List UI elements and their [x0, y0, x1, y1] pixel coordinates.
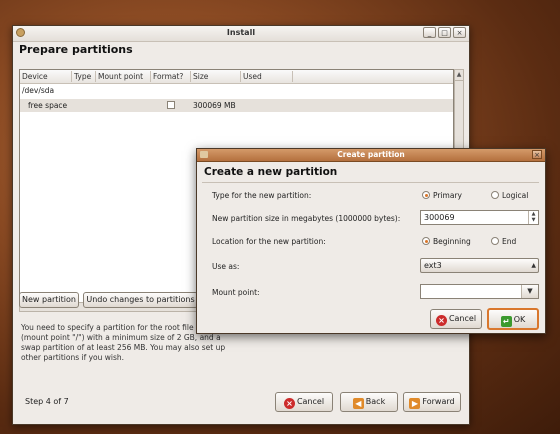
- cell-size: 300069 MB: [193, 101, 236, 110]
- mount-point-label: Mount point:: [212, 288, 260, 297]
- use-as-label: Use as:: [212, 262, 240, 271]
- radio-primary-indicator: [422, 191, 430, 199]
- dialog-titlebar[interactable]: Create partition ×: [197, 149, 545, 162]
- cancel-label: Cancel: [296, 397, 325, 406]
- back-label: Back: [365, 397, 386, 406]
- dialog-close-button[interactable]: ×: [532, 150, 542, 159]
- size-value: 300069: [424, 213, 455, 222]
- format-checkbox[interactable]: [167, 101, 175, 109]
- radio-end-indicator: [491, 237, 499, 245]
- cancel-icon: ×: [283, 398, 295, 409]
- cell-device: free space: [28, 101, 68, 110]
- radio-logical[interactable]: Logical: [491, 191, 528, 200]
- forward-label: Forward: [422, 397, 455, 406]
- dropdown-arrow-icon[interactable]: ▼: [521, 285, 538, 298]
- maximize-button[interactable]: □: [438, 27, 451, 38]
- installer-titlebar[interactable]: Install _ □ ×: [13, 26, 469, 42]
- radio-beginning-label: Beginning: [433, 237, 471, 246]
- forward-arrow-icon: ▶: [409, 398, 421, 409]
- window-title: Install: [226, 28, 256, 37]
- column-header-type[interactable]: Type: [74, 72, 91, 81]
- dialog-heading: Create a new partition: [204, 166, 338, 178]
- dialog-cancel-label: Cancel: [448, 314, 477, 323]
- location-label: Location for the new partition:: [212, 237, 326, 246]
- step-indicator: Step 4 of 7: [25, 397, 69, 406]
- cancel-icon: ×: [435, 315, 447, 326]
- use-as-value: ext3: [424, 261, 442, 270]
- updown-arrows-icon: ▲: [531, 262, 536, 269]
- ok-arrow-icon: ↵: [500, 316, 512, 327]
- dialog-divider: [202, 182, 539, 183]
- column-header-device[interactable]: Device: [22, 72, 48, 81]
- size-label: New partition size in megabytes (1000000…: [212, 214, 401, 223]
- column-header-size[interactable]: Size: [193, 72, 208, 81]
- size-spinbox[interactable]: 300069 ▲ ▼: [420, 210, 539, 225]
- radio-beginning[interactable]: Beginning: [422, 237, 471, 246]
- dialog-ok-label: OK: [513, 315, 526, 324]
- create-partition-dialog: Create partition × Create a new partitio…: [196, 148, 546, 334]
- dialog-cancel-button[interactable]: × Cancel: [430, 309, 482, 329]
- use-as-combobox[interactable]: ext3 ▲: [420, 258, 539, 273]
- back-arrow-icon: ◀: [352, 398, 364, 409]
- spin-arrows-icon[interactable]: ▲ ▼: [528, 211, 538, 224]
- scroll-up-icon[interactable]: ▲: [455, 70, 463, 81]
- type-label: Type for the new partition:: [212, 191, 312, 200]
- back-button[interactable]: ◀ Back: [340, 392, 398, 412]
- new-partition-button[interactable]: New partition: [19, 292, 79, 308]
- dialog-ok-button[interactable]: ↵ OK: [487, 308, 539, 330]
- cancel-button[interactable]: × Cancel: [275, 392, 333, 412]
- column-header-format[interactable]: Format?: [153, 72, 183, 81]
- radio-end-label: End: [502, 237, 517, 246]
- page-title: Prepare partitions: [19, 43, 133, 56]
- minimize-button[interactable]: _: [423, 27, 436, 38]
- radio-primary[interactable]: Primary: [422, 191, 462, 200]
- undo-changes-button[interactable]: Undo changes to partitions: [83, 292, 198, 308]
- cell-device: /dev/sda: [22, 86, 55, 95]
- mount-point-combo-entry[interactable]: ▼: [420, 284, 539, 299]
- radio-logical-indicator: [491, 191, 499, 199]
- table-row-free-space[interactable]: free space 300069 MB: [20, 99, 453, 112]
- dialog-title: Create partition: [337, 150, 405, 159]
- radio-logical-label: Logical: [502, 191, 529, 200]
- forward-button[interactable]: ▶ Forward: [403, 392, 461, 412]
- column-header-mount-point[interactable]: Mount point: [98, 72, 143, 81]
- radio-primary-label: Primary: [433, 191, 462, 200]
- table-header: Device Type Mount point Format? Size Use…: [20, 70, 453, 84]
- table-row-dev-sda[interactable]: /dev/sda: [20, 84, 453, 97]
- radio-beginning-indicator: [422, 237, 430, 245]
- radio-end[interactable]: End: [491, 237, 516, 246]
- column-header-used[interactable]: Used: [243, 72, 262, 81]
- close-button[interactable]: ×: [453, 27, 466, 38]
